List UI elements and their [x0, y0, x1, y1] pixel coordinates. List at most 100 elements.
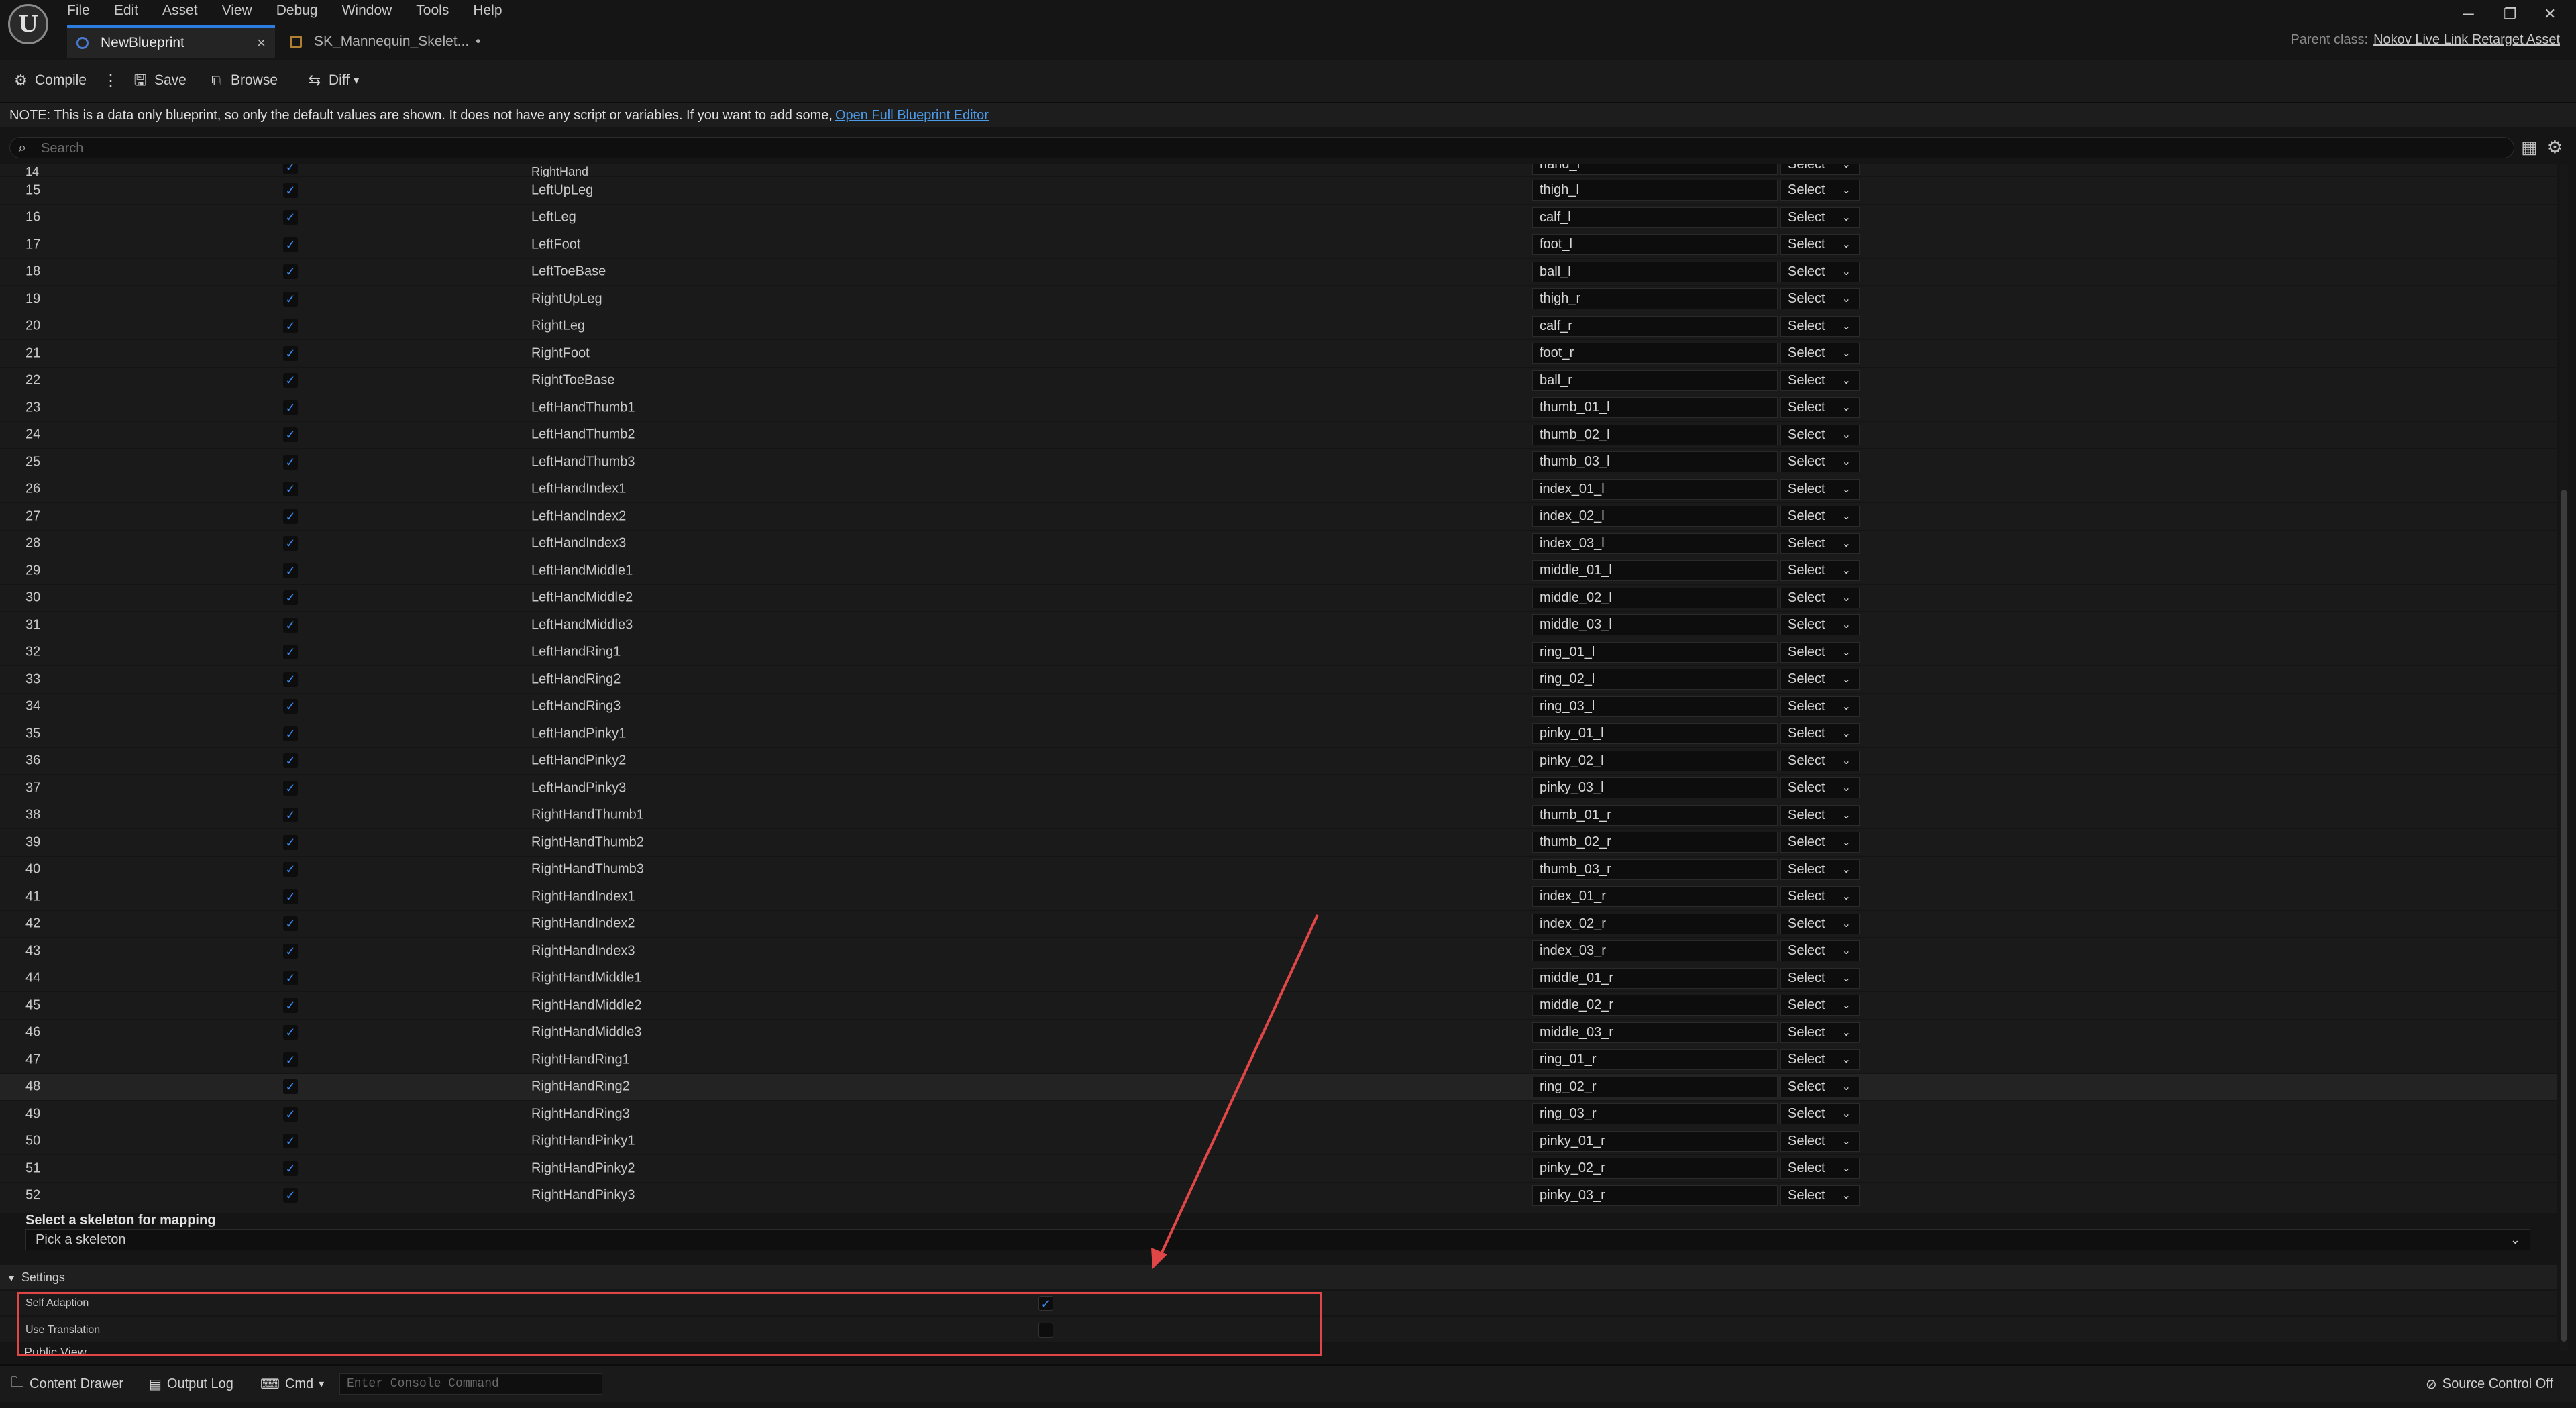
row-enabled-checkbox[interactable]: ✓: [283, 753, 298, 769]
target-bone-input[interactable]: hand_r: [1532, 164, 1778, 175]
row-enabled-checkbox[interactable]: ✓: [283, 617, 298, 633]
row-enabled-checkbox[interactable]: ✓: [283, 834, 298, 850]
select-bone-dropdown[interactable]: Select ⌄: [1780, 478, 1860, 500]
target-bone-input[interactable]: foot_r: [1532, 343, 1778, 364]
target-bone-input[interactable]: thumb_03_r: [1532, 859, 1778, 880]
row-enabled-checkbox[interactable]: ✓: [283, 210, 298, 225]
select-bone-dropdown[interactable]: Select ⌄: [1780, 1022, 1860, 1043]
row-enabled-checkbox[interactable]: ✓: [283, 943, 298, 959]
select-bone-dropdown[interactable]: Select ⌄: [1780, 164, 1860, 175]
search-box[interactable]: ⌕: [9, 137, 2514, 158]
select-bone-dropdown[interactable]: Select ⌄: [1780, 343, 1860, 364]
row-enabled-checkbox[interactable]: ✓: [283, 1079, 298, 1095]
select-bone-dropdown[interactable]: Select ⌄: [1780, 1049, 1860, 1070]
row-enabled-checkbox[interactable]: ✓: [283, 1052, 298, 1067]
select-bone-dropdown[interactable]: Select ⌄: [1780, 777, 1860, 798]
row-enabled-checkbox[interactable]: ✓: [283, 508, 298, 524]
diff-button[interactable]: ⇆ Diff ▾: [306, 67, 359, 94]
menu-tools[interactable]: Tools: [416, 0, 460, 21]
target-bone-input[interactable]: index_01_l: [1532, 478, 1778, 500]
row-enabled-checkbox[interactable]: ✓: [283, 726, 298, 741]
row-enabled-checkbox[interactable]: ✓: [283, 319, 298, 334]
row-enabled-checkbox[interactable]: ✓: [283, 862, 298, 877]
target-bone-input[interactable]: index_02_l: [1532, 506, 1778, 527]
target-bone-input[interactable]: thumb_03_l: [1532, 451, 1778, 472]
select-bone-dropdown[interactable]: Select ⌄: [1780, 424, 1860, 445]
search-input[interactable]: [40, 140, 2457, 157]
select-bone-dropdown[interactable]: Select ⌄: [1780, 180, 1860, 201]
select-bone-dropdown[interactable]: Select ⌄: [1780, 533, 1860, 554]
row-enabled-checkbox[interactable]: ✓: [283, 699, 298, 714]
target-bone-input[interactable]: middle_01_l: [1532, 560, 1778, 581]
row-enabled-checkbox[interactable]: ✓: [283, 1134, 298, 1149]
open-full-editor-link[interactable]: Open Full Blueprint Editor: [835, 108, 989, 123]
target-bone-input[interactable]: middle_03_r: [1532, 1022, 1778, 1043]
row-enabled-checkbox[interactable]: ✓: [283, 645, 298, 660]
row-enabled-checkbox[interactable]: ✓: [283, 997, 298, 1013]
target-bone-input[interactable]: ball_r: [1532, 370, 1778, 391]
target-bone-input[interactable]: thigh_r: [1532, 288, 1778, 309]
target-bone-input[interactable]: middle_02_r: [1532, 995, 1778, 1016]
scrollbar-thumb[interactable]: [2561, 490, 2567, 1342]
row-enabled-checkbox[interactable]: ✓: [283, 482, 298, 497]
browse-button[interactable]: ⧉ Browse: [208, 67, 278, 94]
tab-newblueprint[interactable]: NewBlueprint ×: [67, 25, 275, 58]
select-bone-dropdown[interactable]: Select ⌄: [1780, 669, 1860, 690]
select-bone-dropdown[interactable]: Select ⌄: [1780, 1158, 1860, 1179]
console-command-input[interactable]: [339, 1373, 602, 1395]
row-enabled-checkbox[interactable]: ✓: [283, 1106, 298, 1122]
target-bone-input[interactable]: index_03_l: [1532, 533, 1778, 554]
row-enabled-checkbox[interactable]: ✓: [283, 237, 298, 252]
select-bone-dropdown[interactable]: Select ⌄: [1780, 288, 1860, 309]
row-enabled-checkbox[interactable]: ✓: [283, 889, 298, 904]
select-bone-dropdown[interactable]: Select ⌄: [1780, 506, 1860, 527]
target-bone-input[interactable]: pinky_01_r: [1532, 1130, 1778, 1152]
select-bone-dropdown[interactable]: Select ⌄: [1780, 315, 1860, 337]
target-bone-input[interactable]: foot_l: [1532, 234, 1778, 255]
row-enabled-checkbox[interactable]: ✓: [283, 780, 298, 796]
select-bone-dropdown[interactable]: Select ⌄: [1780, 1076, 1860, 1097]
menu-help[interactable]: Help: [473, 0, 513, 21]
target-bone-input[interactable]: ring_01_r: [1532, 1049, 1778, 1070]
target-bone-input[interactable]: thumb_02_l: [1532, 424, 1778, 445]
target-bone-input[interactable]: pinky_03_l: [1532, 777, 1778, 798]
content-drawer-button[interactable]: 🗀 Content Drawer: [11, 1374, 123, 1394]
save-button[interactable]: 🖫 Save: [131, 67, 186, 94]
row-enabled-checkbox[interactable]: ✓: [283, 808, 298, 823]
select-bone-dropdown[interactable]: Select ⌄: [1780, 261, 1860, 282]
grid-view-icon[interactable]: ▦: [2521, 137, 2538, 158]
select-bone-dropdown[interactable]: Select ⌄: [1780, 207, 1860, 228]
row-enabled-checkbox[interactable]: ✓: [283, 345, 298, 361]
row-enabled-checkbox[interactable]: ✓: [283, 671, 298, 687]
close-window-icon[interactable]: ✕: [2544, 5, 2556, 23]
select-bone-dropdown[interactable]: Select ⌄: [1780, 370, 1860, 391]
select-bone-dropdown[interactable]: Select ⌄: [1780, 397, 1860, 418]
minimize-icon[interactable]: ─: [2463, 5, 2474, 23]
target-bone-input[interactable]: thumb_01_r: [1532, 804, 1778, 826]
target-bone-input[interactable]: middle_01_r: [1532, 967, 1778, 989]
tab-skeleton[interactable]: SK_Mannequin_Skelet... •: [280, 25, 508, 58]
target-bone-input[interactable]: ring_02_r: [1532, 1076, 1778, 1097]
target-bone-input[interactable]: middle_03_l: [1532, 614, 1778, 635]
target-bone-input[interactable]: middle_02_l: [1532, 587, 1778, 608]
select-bone-dropdown[interactable]: Select ⌄: [1780, 560, 1860, 581]
settings-icon[interactable]: ⚙: [2547, 137, 2563, 158]
select-bone-dropdown[interactable]: Select ⌄: [1780, 723, 1860, 744]
parent-class-link[interactable]: Nokov Live Link Retarget Asset: [2373, 32, 2560, 47]
row-enabled-checkbox[interactable]: ✓: [283, 1188, 298, 1203]
row-enabled-checkbox[interactable]: ✓: [283, 164, 298, 174]
select-bone-dropdown[interactable]: Select ⌄: [1780, 451, 1860, 472]
close-tab-icon[interactable]: ×: [257, 34, 266, 52]
restore-icon[interactable]: ❐: [2504, 5, 2517, 23]
row-enabled-checkbox[interactable]: ✓: [283, 264, 298, 280]
select-bone-dropdown[interactable]: Select ⌄: [1780, 913, 1860, 934]
target-bone-input[interactable]: pinky_03_r: [1532, 1185, 1778, 1206]
select-bone-dropdown[interactable]: Select ⌄: [1780, 614, 1860, 635]
row-enabled-checkbox[interactable]: ✓: [283, 563, 298, 578]
target-bone-input[interactable]: pinky_01_l: [1532, 723, 1778, 744]
settings-section-header[interactable]: ▼ Settings: [0, 1265, 2557, 1289]
row-enabled-checkbox[interactable]: ✓: [283, 454, 298, 470]
select-bone-dropdown[interactable]: Select ⌄: [1780, 1130, 1860, 1152]
target-bone-input[interactable]: thigh_l: [1532, 180, 1778, 201]
select-bone-dropdown[interactable]: Select ⌄: [1780, 1185, 1860, 1206]
